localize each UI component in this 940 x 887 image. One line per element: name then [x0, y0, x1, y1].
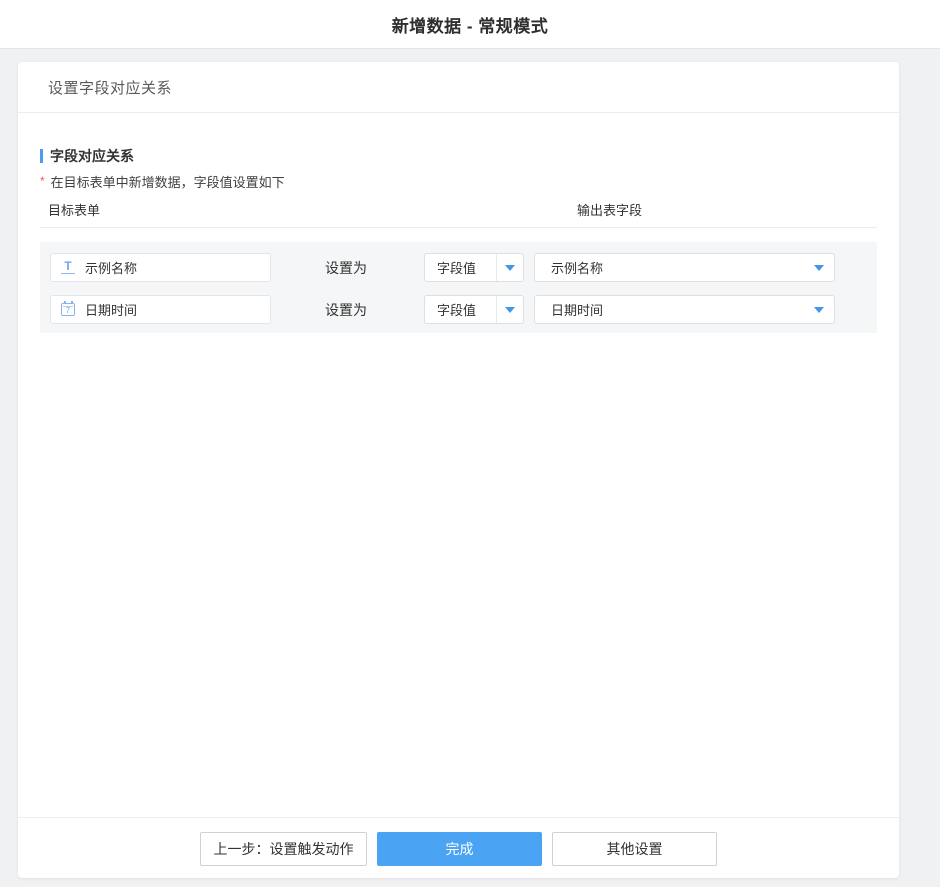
mapping-row: T 示例名称 设置为 字段值 示例名称 [40, 253, 877, 282]
required-asterisk: * [40, 174, 45, 188]
column-header-target-form: 目标表单 [48, 200, 100, 219]
page: { "header": { "title": "新增数据 - 常规模式" }, … [0, 0, 940, 887]
value-type-selected: 字段值 [425, 258, 496, 277]
value-select[interactable]: 日期时间 [534, 295, 835, 324]
value-selected: 示例名称 [535, 258, 804, 277]
footer-actions: 上一步：设置触发动作 完成 其他设置 [18, 832, 899, 866]
settings-card: 设置字段对应关系 字段对应关系 * 在目标表单中新增数据，字段值设置如下 目标表… [18, 62, 899, 878]
chevron-down-icon[interactable] [814, 265, 824, 271]
mapping-note: 在目标表单中新增数据，字段值设置如下 [51, 172, 285, 191]
relation-label: 设置为 [325, 300, 369, 320]
mapping-row: 7 日期时间 设置为 字段值 日期时间 [40, 295, 877, 324]
footer-divider [18, 817, 899, 818]
value-select[interactable]: 示例名称 [534, 253, 835, 282]
chevron-down-icon[interactable] [814, 307, 824, 313]
value-type-select[interactable]: 字段值 [424, 295, 524, 324]
calendar-icon: 7 [61, 303, 75, 316]
target-field-input[interactable]: 7 日期时间 [50, 295, 271, 324]
value-type-selected: 字段值 [425, 300, 496, 319]
column-header-output-fields: 输出表字段 [577, 200, 642, 219]
card-section-title: 设置字段对应关系 [18, 62, 899, 113]
text-field-icon: T [61, 261, 75, 274]
page-title: 新增数据 - 常规模式 [392, 12, 549, 37]
value-selected: 日期时间 [535, 300, 804, 319]
column-divider [40, 227, 877, 228]
mapping-note-row: * 在目标表单中新增数据，字段值设置如下 [40, 172, 285, 191]
section-accent-bar [40, 149, 43, 163]
dialog-header: 新增数据 - 常规模式 [0, 0, 940, 49]
relation-label: 设置为 [325, 258, 369, 278]
target-field-name: 示例名称 [85, 258, 137, 277]
mapping-section-header: 字段对应关系 [40, 146, 134, 166]
chevron-down-icon[interactable] [505, 265, 515, 271]
finish-button[interactable]: 完成 [377, 832, 542, 866]
other-settings-button[interactable]: 其他设置 [552, 832, 717, 866]
mapping-section-title: 字段对应关系 [50, 146, 134, 166]
value-type-select[interactable]: 字段值 [424, 253, 524, 282]
target-field-name: 日期时间 [85, 300, 137, 319]
target-field-input[interactable]: T 示例名称 [50, 253, 271, 282]
prev-step-button[interactable]: 上一步：设置触发动作 [200, 832, 367, 866]
chevron-down-icon[interactable] [505, 307, 515, 313]
mapping-panel: T 示例名称 设置为 字段值 示例名称 7 日期时间 设置为 [40, 242, 877, 333]
